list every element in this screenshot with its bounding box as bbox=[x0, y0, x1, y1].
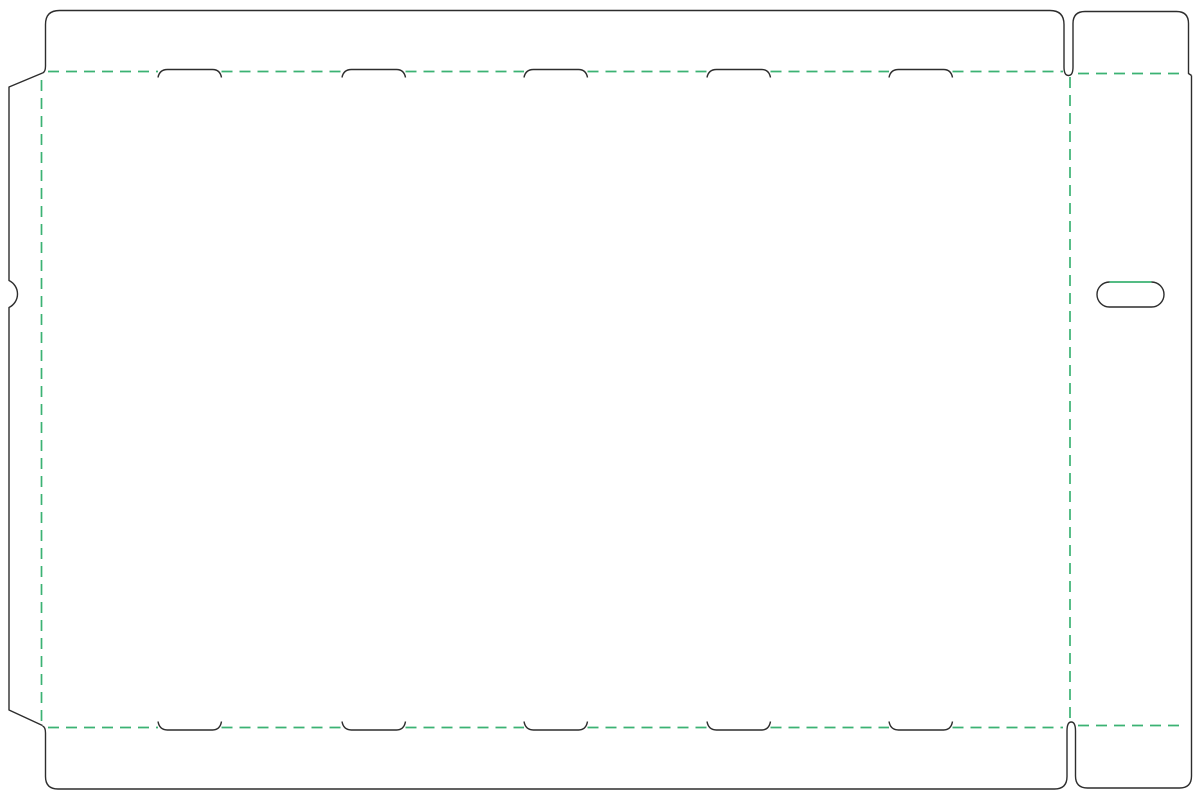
dieline-paths-group bbox=[9, 11, 1192, 790]
bottom-right-dust-flap-cut bbox=[1067, 722, 1192, 788]
top-right-dust-flap-cut bbox=[1073, 12, 1192, 76]
handle-slot-cut bbox=[1097, 282, 1164, 307]
bottom-notch-5-cut bbox=[889, 722, 953, 731]
top-flap-cut bbox=[43, 11, 1074, 76]
left-glue-flap-cut bbox=[9, 73, 43, 726]
bottom-notch-2-cut bbox=[342, 722, 406, 731]
top-notch-5-cut bbox=[889, 70, 953, 78]
bottom-flap-cut bbox=[43, 726, 1068, 789]
bottom-notch-1-cut bbox=[158, 722, 222, 731]
dieline-drawing bbox=[0, 0, 1200, 800]
top-notch-4-cut bbox=[707, 70, 771, 78]
top-notch-3-cut bbox=[524, 70, 588, 78]
bottom-notch-4-cut bbox=[707, 722, 771, 731]
top-notch-1-cut bbox=[158, 70, 222, 78]
top-notch-2-cut bbox=[342, 70, 406, 78]
dieline-canvas bbox=[0, 0, 1200, 800]
bottom-notch-3-cut bbox=[524, 722, 588, 731]
